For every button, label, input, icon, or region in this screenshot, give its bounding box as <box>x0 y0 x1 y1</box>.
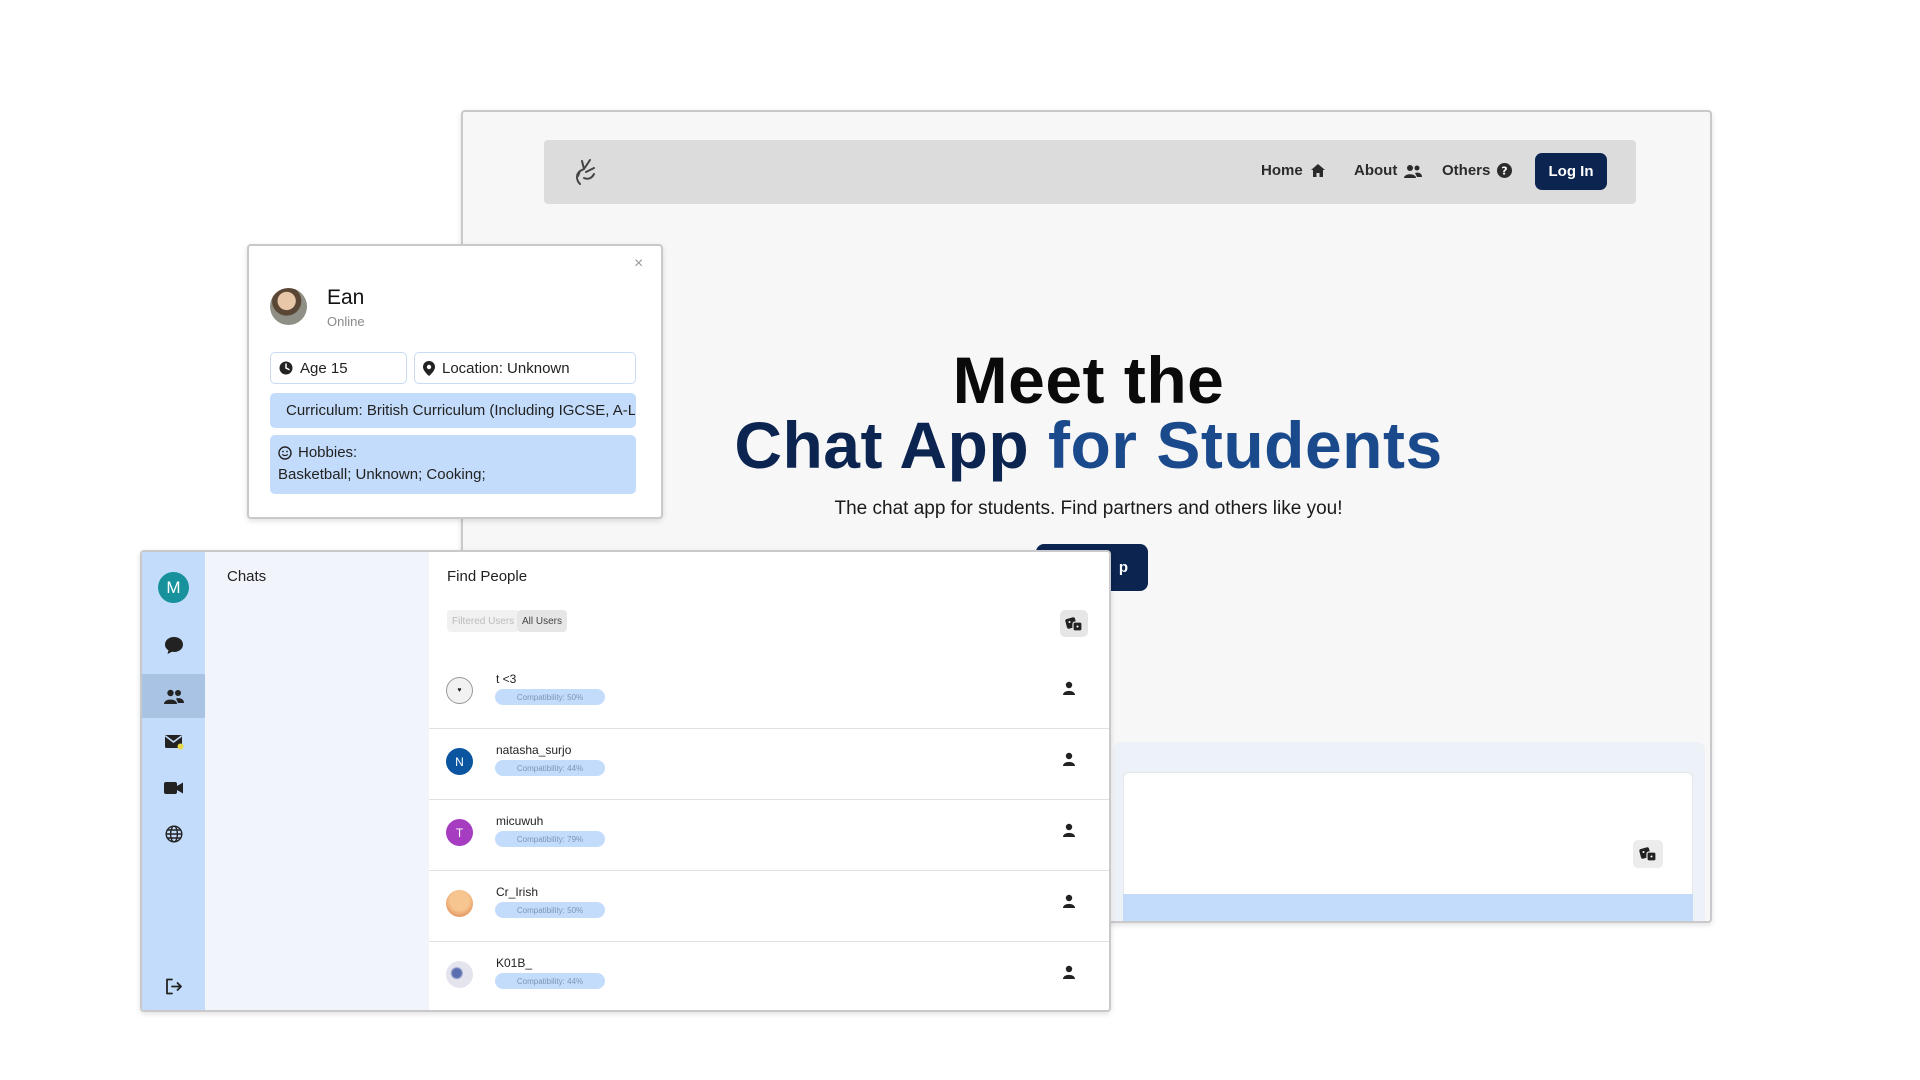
compatibility-badge: Compatibility: 50% <box>495 902 605 918</box>
nav-home-label: Home <box>1261 162 1303 179</box>
login-button[interactable]: Log In <box>1535 153 1607 190</box>
globe-icon[interactable] <box>142 812 205 856</box>
add-friend-icon[interactable] <box>1062 965 1076 979</box>
age-field: Age 15 <box>270 352 407 384</box>
clock-icon <box>279 361 293 375</box>
chat-bubble-icon[interactable] <box>142 623 205 667</box>
preview-bar <box>1123 894 1693 921</box>
location-value: Location: Unknown <box>442 359 570 377</box>
location-pin-icon <box>423 360 435 376</box>
hero-chat-app: Chat App <box>734 408 1030 482</box>
mail-icon[interactable] <box>142 720 205 764</box>
profile-status: Online <box>327 314 365 329</box>
avatar-sticker: ♥ <box>457 687 462 694</box>
list-item[interactable]: T micuwuh Compatibility: 79% <box>429 800 1109 871</box>
avatar: ♥ <box>446 677 473 704</box>
add-friend-icon[interactable] <box>1062 681 1076 695</box>
nav-others-link[interactable]: Others ? <box>1442 162 1513 179</box>
home-icon <box>1310 164 1325 177</box>
dice-icon <box>1065 616 1083 632</box>
age-value: Age 15 <box>300 359 348 377</box>
dice-icon[interactable] <box>1633 840 1663 868</box>
chat-app-window: M Chats Find People Filtered Users All U… <box>140 550 1111 1012</box>
avatar: T <box>446 819 473 846</box>
question-circle-icon: ? <box>1497 163 1513 178</box>
person-name: natasha_surjo <box>496 743 572 757</box>
people-icon[interactable] <box>142 674 205 718</box>
location-field: Location: Unknown <box>414 352 636 384</box>
user-avatar[interactable]: M <box>158 572 189 603</box>
avatar-initial: T <box>455 825 464 840</box>
hobbies-label: Hobbies: <box>298 444 358 461</box>
users-icon <box>1404 164 1423 178</box>
compatibility-badge: Compatibility: 44% <box>495 760 605 776</box>
tab-all-users[interactable]: All Users <box>517 610 568 632</box>
avatar <box>446 961 473 988</box>
sidebar-rail: M <box>142 552 205 1010</box>
hero-students: Students <box>1156 408 1443 482</box>
profile-name: Ean <box>327 286 365 309</box>
curriculum-field: Curriculum: British Curriculum (Includin… <box>270 393 636 428</box>
chats-title: Chats <box>227 568 267 585</box>
hobbies-list: Basketball; Unknown; Cooking; <box>278 466 486 483</box>
peace-hand-logo-icon[interactable] <box>570 156 604 190</box>
add-friend-icon[interactable] <box>1062 894 1076 908</box>
tab-filtered-users[interactable]: Filtered Users <box>447 610 520 632</box>
nav-home-link[interactable]: Home <box>1261 162 1326 179</box>
hero-cta-label: p <box>1118 559 1128 576</box>
list-item[interactable]: ♥ t <3 Compatibility: 50% <box>429 658 1109 729</box>
profile-card: × Ean Online Age 15 Location: Unknown Cu… <box>247 244 663 519</box>
find-people-panel: Find People Filtered Users All Users ♥ t… <box>429 552 1109 1010</box>
list-item[interactable]: N natasha_surjo Compatibility: 44% <box>429 729 1109 800</box>
add-friend-icon[interactable] <box>1062 752 1076 766</box>
avatar <box>270 288 307 325</box>
compatibility-badge: Compatibility: 50% <box>495 689 605 705</box>
hobbies-field: Hobbies: Basketball; Unknown; Cooking; <box>270 435 636 494</box>
find-people-title: Find People <box>447 568 528 585</box>
logout-icon[interactable] <box>142 964 205 1008</box>
list-item[interactable]: Cr_Irish Compatibility: 50% <box>429 871 1109 942</box>
nav-others-label: Others <box>1442 162 1491 179</box>
svg-text:?: ? <box>1502 165 1508 178</box>
random-match-button[interactable] <box>1060 610 1088 637</box>
person-name: K01B_ <box>496 956 533 970</box>
person-name: t <3 <box>496 672 517 686</box>
navbar: Home About Others ? Log In <box>544 140 1636 204</box>
person-name: micuwuh <box>496 814 544 828</box>
avatar-initial: N <box>455 754 464 769</box>
curriculum-value: Curriculum: British Curriculum (Includin… <box>286 402 636 419</box>
compatibility-badge: Compatibility: 44% <box>495 973 605 989</box>
hero-for: for <box>1048 408 1138 482</box>
avatar <box>446 890 473 917</box>
nav-about-label: About <box>1354 162 1398 179</box>
chats-panel: Chats <box>205 552 429 1010</box>
nav-about-link[interactable]: About <box>1354 162 1423 179</box>
video-icon[interactable] <box>142 766 205 810</box>
list-item[interactable]: K01B_ Compatibility: 44% <box>429 942 1109 1010</box>
smile-icon <box>278 445 292 460</box>
avatar: N <box>446 748 473 775</box>
person-name: Cr_Irish <box>496 885 539 899</box>
compatibility-badge: Compatibility: 79% <box>495 831 605 847</box>
close-icon[interactable]: × <box>634 255 643 273</box>
add-friend-icon[interactable] <box>1062 823 1076 837</box>
